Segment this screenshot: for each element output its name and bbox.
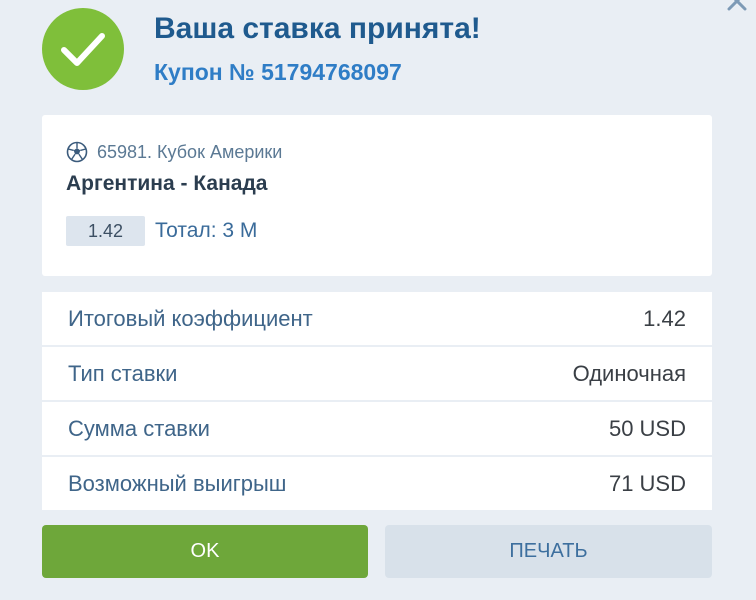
league-name: 65981. Кубок Америки <box>97 141 283 162</box>
detail-row-total-odds: Итоговый коэффициент 1.42 <box>42 292 712 345</box>
ok-button[interactable]: OK <box>42 525 368 578</box>
detail-value: Одиночная <box>572 360 686 386</box>
detail-row-bet-type: Тип ставки Одиночная <box>42 347 712 400</box>
market-label: Тотал: 3 М <box>155 219 258 242</box>
league-row: 65981. Кубок Америки <box>66 139 282 165</box>
detail-value: 50 USD <box>608 415 686 441</box>
dialog-title: Ваша ставка принята! <box>154 12 481 45</box>
soccer-ball-icon <box>66 141 88 163</box>
bet-accepted-dialog: Ваша ставка принята! Купон № 51794768097… <box>0 0 756 600</box>
detail-label: Возможный выигрыш <box>68 470 287 496</box>
detail-value: 1.42 <box>643 305 686 331</box>
detail-row-stake: Сумма ставки 50 USD <box>42 402 712 455</box>
close-icon[interactable] <box>726 0 748 12</box>
bet-selection: 1.42 Тотал: 3 М <box>66 216 257 246</box>
event-card: 65981. Кубок Америки Аргентина - Канада … <box>42 115 712 276</box>
detail-row-possible-win: Возможный выигрыш 71 USD <box>42 457 712 510</box>
print-button[interactable]: ПЕЧАТЬ <box>385 525 712 578</box>
checkmark-icon <box>42 8 124 90</box>
detail-label: Тип ставки <box>68 360 178 386</box>
bet-details: Итоговый коэффициент 1.42 Тип ставки Оди… <box>42 292 712 512</box>
detail-value: 71 USD <box>608 470 686 496</box>
odds-badge: 1.42 <box>66 216 145 246</box>
match-title: Аргентина - Канада <box>66 172 268 195</box>
detail-label: Сумма ставки <box>68 415 210 441</box>
detail-label: Итоговый коэффициент <box>68 305 313 331</box>
coupon-number: Купон № 51794768097 <box>154 59 402 85</box>
